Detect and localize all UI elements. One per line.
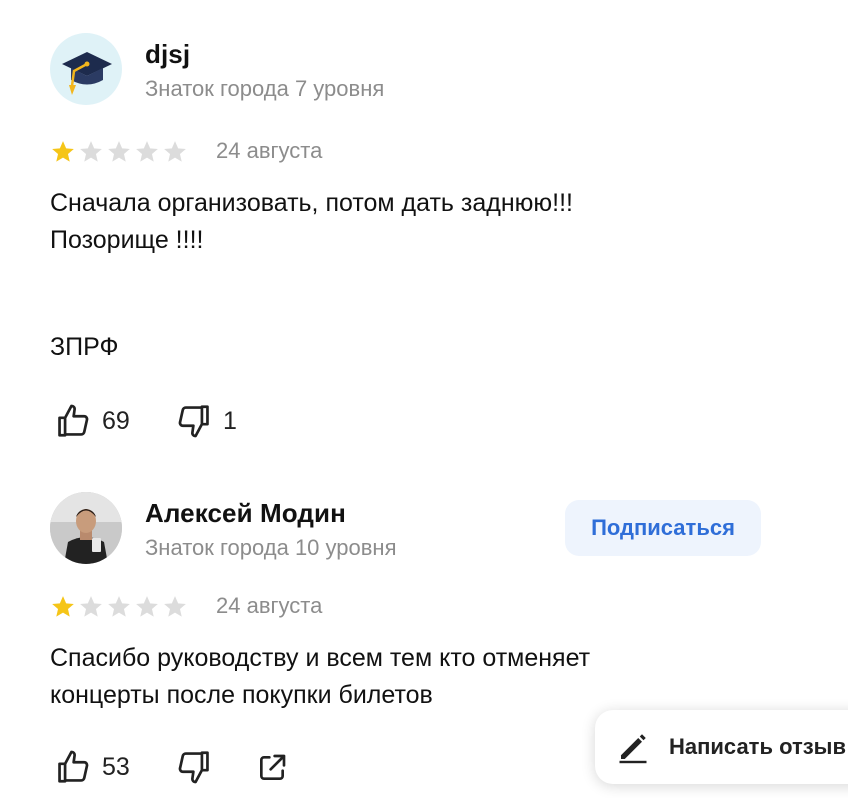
share-button[interactable] [256, 752, 288, 784]
author-avatar[interactable] [50, 492, 122, 564]
like-count: 53 [102, 752, 130, 781]
review-text: Сначала организовать, потом дать заднюю!… [50, 185, 690, 366]
star-filled-icon [52, 596, 74, 617]
author-avatar[interactable] [50, 33, 122, 105]
author-name[interactable]: djsj [145, 39, 190, 70]
thumbs-down-icon [178, 751, 209, 784]
write-review-label: Написать отзыв [669, 734, 846, 759]
review-text-line: Сначала организовать, потом дать заднюю!… [50, 189, 573, 217]
rating-row: 24 августа [50, 135, 848, 171]
review-text: Спасибо руководству и всем тем кто отмен… [50, 640, 690, 714]
star-empty-icon [136, 141, 158, 162]
dislike-button[interactable]: 1 [175, 402, 237, 440]
pencil-icon [619, 734, 647, 764]
like-button[interactable]: 53 [54, 748, 130, 786]
review-author-row: djsj Знаток города 7 уровня [50, 33, 848, 107]
thumbs-up-icon [58, 404, 89, 437]
review-date: 24 августа [216, 593, 323, 618]
review-text-line: Спасибо руководству и всем тем кто отмен… [50, 644, 591, 709]
user-photo-icon [50, 492, 122, 564]
review-actions: 69 1 [50, 402, 848, 442]
star-filled-icon [52, 141, 74, 162]
author-level: Знаток города 10 уровня [145, 535, 397, 560]
author-name[interactable]: Алексей Модин [145, 498, 346, 529]
share-icon [260, 754, 286, 780]
review-date: 24 августа [216, 138, 323, 163]
review-text-line: ЗПРФ [50, 333, 119, 361]
star-empty-icon [80, 596, 102, 617]
star-empty-icon [164, 596, 186, 617]
author-level: Знаток города 7 уровня [145, 76, 385, 101]
star-rating [50, 139, 188, 165]
star-rating [50, 594, 188, 620]
dislike-count: 1 [223, 406, 237, 435]
rating-row: 24 августа [50, 590, 848, 626]
review-card: djsj Знаток города 7 уровня 24 августа С… [50, 33, 848, 442]
star-empty-icon [80, 141, 102, 162]
star-empty-icon [108, 596, 130, 617]
review-text-line: Позорище !!!! [50, 226, 204, 254]
like-count: 69 [102, 406, 130, 435]
star-empty-icon [136, 596, 158, 617]
like-button[interactable]: 69 [54, 402, 130, 440]
star-empty-icon [164, 141, 186, 162]
subscribe-button[interactable]: Подписаться [565, 500, 761, 556]
review-author-row: Алексей Модин Знаток города 10 уровня По… [50, 492, 848, 566]
dislike-button[interactable] [175, 748, 213, 786]
write-review-button[interactable]: Написать отзыв [595, 710, 848, 784]
star-empty-icon [108, 141, 130, 162]
thumbs-up-icon [58, 750, 89, 783]
thumbs-down-icon [178, 405, 209, 438]
graduation-cap-icon [62, 52, 112, 95]
